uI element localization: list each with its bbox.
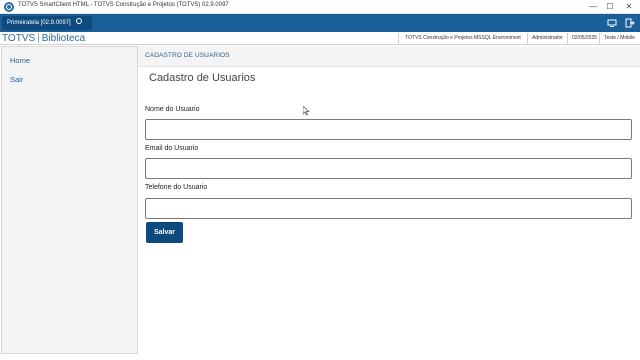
- exit-icon[interactable]: [625, 18, 635, 28]
- mouse-cursor-icon: [303, 106, 310, 116]
- close-window-button[interactable]: ✕: [622, 1, 636, 13]
- sidebar-menu: Home Sair: [1, 46, 138, 354]
- display-icon[interactable]: [607, 18, 617, 28]
- brand-title: TOTVS | Biblioteca: [2, 32, 85, 45]
- app-header: TOTVS | Biblioteca TOTVS Construção e Proj…: [0, 32, 640, 45]
- main-content: CADASTRO DE USUARIOS Cadastro de Usuario…: [138, 46, 640, 356]
- brand-separator: |: [37, 33, 40, 44]
- tab-primeiratela[interactable]: Primeiratela [02.9.0097]: [2, 16, 93, 30]
- telefone-label: Telefone do Usuario: [145, 184, 208, 191]
- email-input[interactable]: [145, 158, 632, 179]
- close-tab-icon[interactable]: [76, 18, 83, 25]
- save-button[interactable]: Salvar: [146, 222, 183, 243]
- email-label: Email do Usuario: [145, 145, 199, 152]
- window-titlebar: TOTVS SmartClient HTML - TOTVS Construçã…: [0, 0, 640, 14]
- nome-input[interactable]: [145, 119, 632, 140]
- window-title: TOTVS SmartClient HTML - TOTVS Construçã…: [18, 2, 229, 8]
- mode-label: Teste / Mobile: [599, 33, 639, 45]
- status-bar: TOTVS Construção e Projetos MSSQL Enviro…: [398, 33, 639, 45]
- breadcrumb-bar: CADASTRO DE USUARIOS: [138, 46, 640, 67]
- nome-label: Nome do Usuario: [145, 106, 200, 113]
- telefone-input[interactable]: [145, 198, 632, 219]
- program-tabbar: Primeiratela [02.9.0097]: [0, 14, 640, 32]
- module-name: Biblioteca: [41, 33, 86, 44]
- breadcrumb: CADASTRO DE USUARIOS: [145, 52, 230, 59]
- date-label: 02/05/2025: [567, 33, 599, 45]
- user-label: Administrador: [527, 33, 567, 45]
- tab-label: Primeiratela [02.9.0097]: [7, 20, 71, 26]
- minimize-button[interactable]: —: [586, 1, 600, 13]
- sidebar-item-home[interactable]: Home: [10, 56, 30, 65]
- page-title: Cadastro de Usuarios: [149, 72, 256, 84]
- brand-name: TOTVS: [2, 33, 36, 44]
- sidebar-item-sair[interactable]: Sair: [10, 75, 23, 84]
- app-logo-icon: [4, 2, 14, 12]
- environment-label: TOTVS Construção e Projetos MSSQL Enviro…: [398, 33, 527, 45]
- maximize-button[interactable]: ☐: [603, 1, 617, 13]
